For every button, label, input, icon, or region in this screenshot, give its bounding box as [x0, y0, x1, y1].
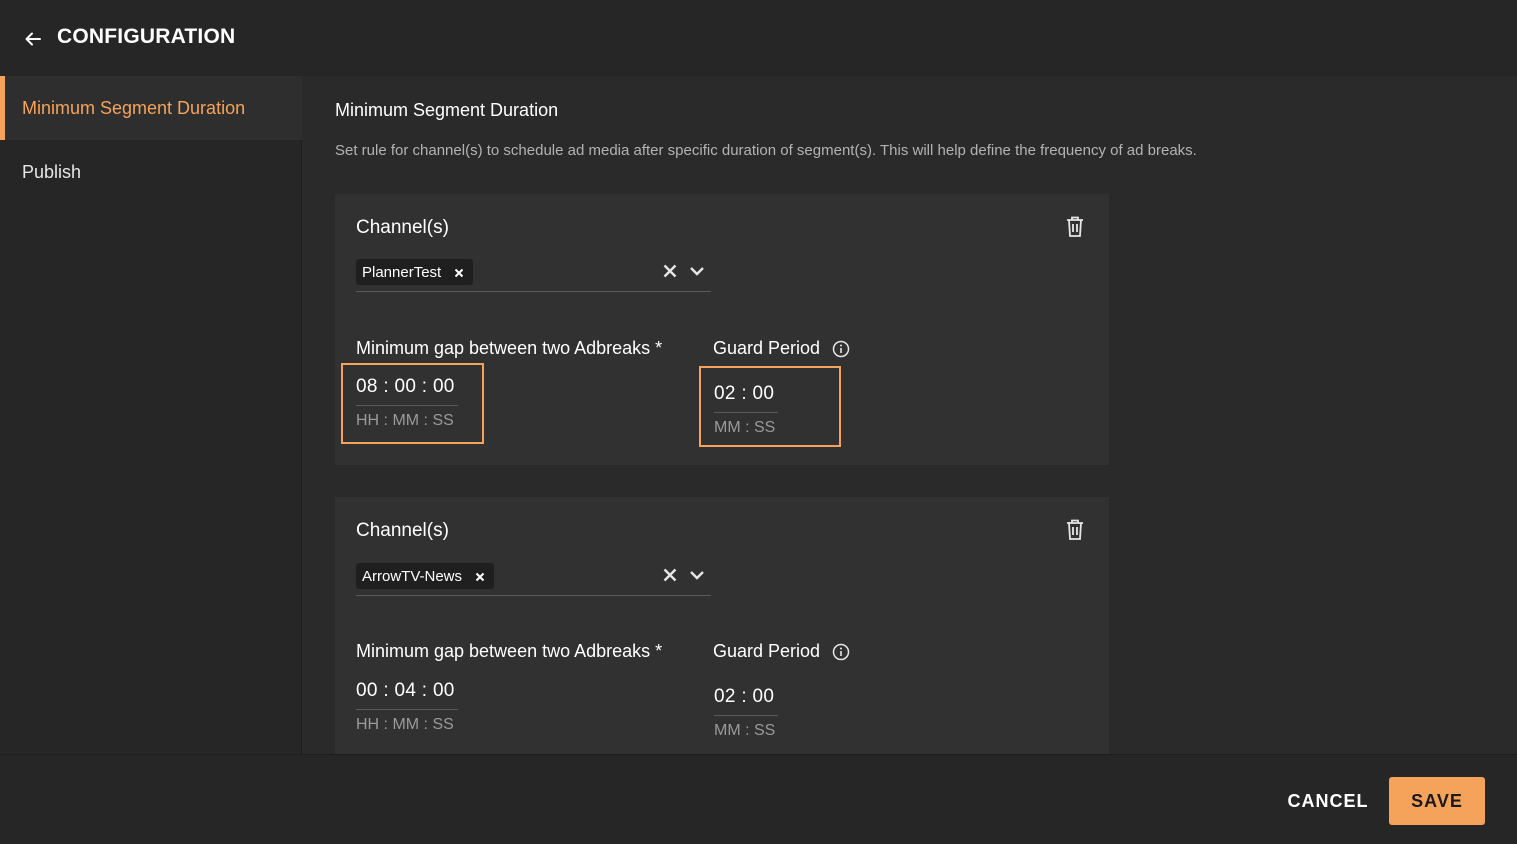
clear-selection-icon[interactable]	[662, 263, 678, 279]
main-content: Minimum Segment Duration Set rule for ch…	[302, 76, 1517, 754]
cancel-button[interactable]: CANCEL	[1278, 777, 1378, 825]
sidebar-item-publish[interactable]: Publish	[0, 140, 302, 204]
footer-actions: CANCEL SAVE	[0, 754, 1517, 844]
guard-period-field[interactable]: 02 : 00 MM : SS	[699, 366, 841, 447]
back-button[interactable]	[20, 26, 46, 52]
rule-card: Channel(s) ArrowTV-News Minimum gap betw…	[335, 497, 1109, 754]
trash-icon	[1067, 519, 1083, 540]
info-icon[interactable]	[832, 340, 850, 358]
sidebar-item-minimum-segment-duration[interactable]: Minimum Segment Duration	[0, 76, 302, 140]
guard-period-value[interactable]: 02 : 00	[714, 686, 778, 716]
chevron-down-icon[interactable]	[688, 262, 706, 280]
guard-period-value[interactable]: 02 : 00	[714, 383, 778, 413]
min-gap-field[interactable]: 08 : 00 : 00 HH : MM : SS	[341, 363, 484, 444]
section-description: Set rule for channel(s) to schedule ad m…	[335, 142, 1197, 159]
chevron-down-icon[interactable]	[688, 566, 706, 584]
save-button[interactable]: SAVE	[1389, 777, 1485, 825]
clear-selection-icon[interactable]	[662, 567, 678, 583]
channel-chip: PlannerTest	[356, 259, 474, 285]
arrow-left-icon	[25, 32, 41, 46]
channels-label: Channel(s)	[356, 217, 449, 238]
delete-rule-button[interactable]	[1064, 215, 1086, 239]
guard-period-label: Guard Period	[713, 641, 821, 661]
delete-rule-button[interactable]	[1064, 518, 1086, 542]
sidebar: Minimum Segment Duration Publish	[0, 76, 302, 756]
page-title: CONFIGURATION	[57, 25, 236, 48]
channel-chip: ArrowTV-News	[356, 563, 495, 589]
channel-select[interactable]: ArrowTV-News	[356, 562, 711, 596]
min-gap-value[interactable]: 00 : 04 : 00	[356, 680, 458, 710]
channel-chip-label: PlannerTest	[362, 263, 442, 281]
remove-chip-icon[interactable]	[453, 266, 465, 278]
min-gap-value[interactable]: 08 : 00 : 00	[356, 376, 458, 406]
min-gap-label: Minimum gap between two Adbreaks *	[356, 338, 663, 358]
rule-card: Channel(s) PlannerTest Minimum gap betwe…	[335, 194, 1109, 465]
channels-label: Channel(s)	[356, 520, 449, 541]
page-header: CONFIGURATION	[0, 0, 1517, 76]
trash-icon	[1067, 216, 1083, 237]
min-gap-format: HH : MM : SS	[356, 716, 454, 733]
guard-period-label: Guard Period	[713, 338, 821, 358]
guard-period-format: MM : SS	[714, 722, 776, 739]
min-gap-field[interactable]: 00 : 04 : 00 HH : MM : SS	[343, 668, 482, 745]
info-icon[interactable]	[832, 643, 850, 661]
min-gap-label: Minimum gap between two Adbreaks *	[356, 641, 663, 661]
min-gap-format: HH : MM : SS	[356, 412, 454, 429]
guard-period-format: MM : SS	[714, 419, 776, 436]
channel-chip-label: ArrowTV-News	[362, 567, 463, 585]
guard-period-field[interactable]: 02 : 00 MM : SS	[701, 671, 839, 748]
remove-chip-icon[interactable]	[474, 570, 486, 582]
section-title: Minimum Segment Duration	[335, 100, 559, 120]
channel-select[interactable]: PlannerTest	[356, 258, 711, 292]
